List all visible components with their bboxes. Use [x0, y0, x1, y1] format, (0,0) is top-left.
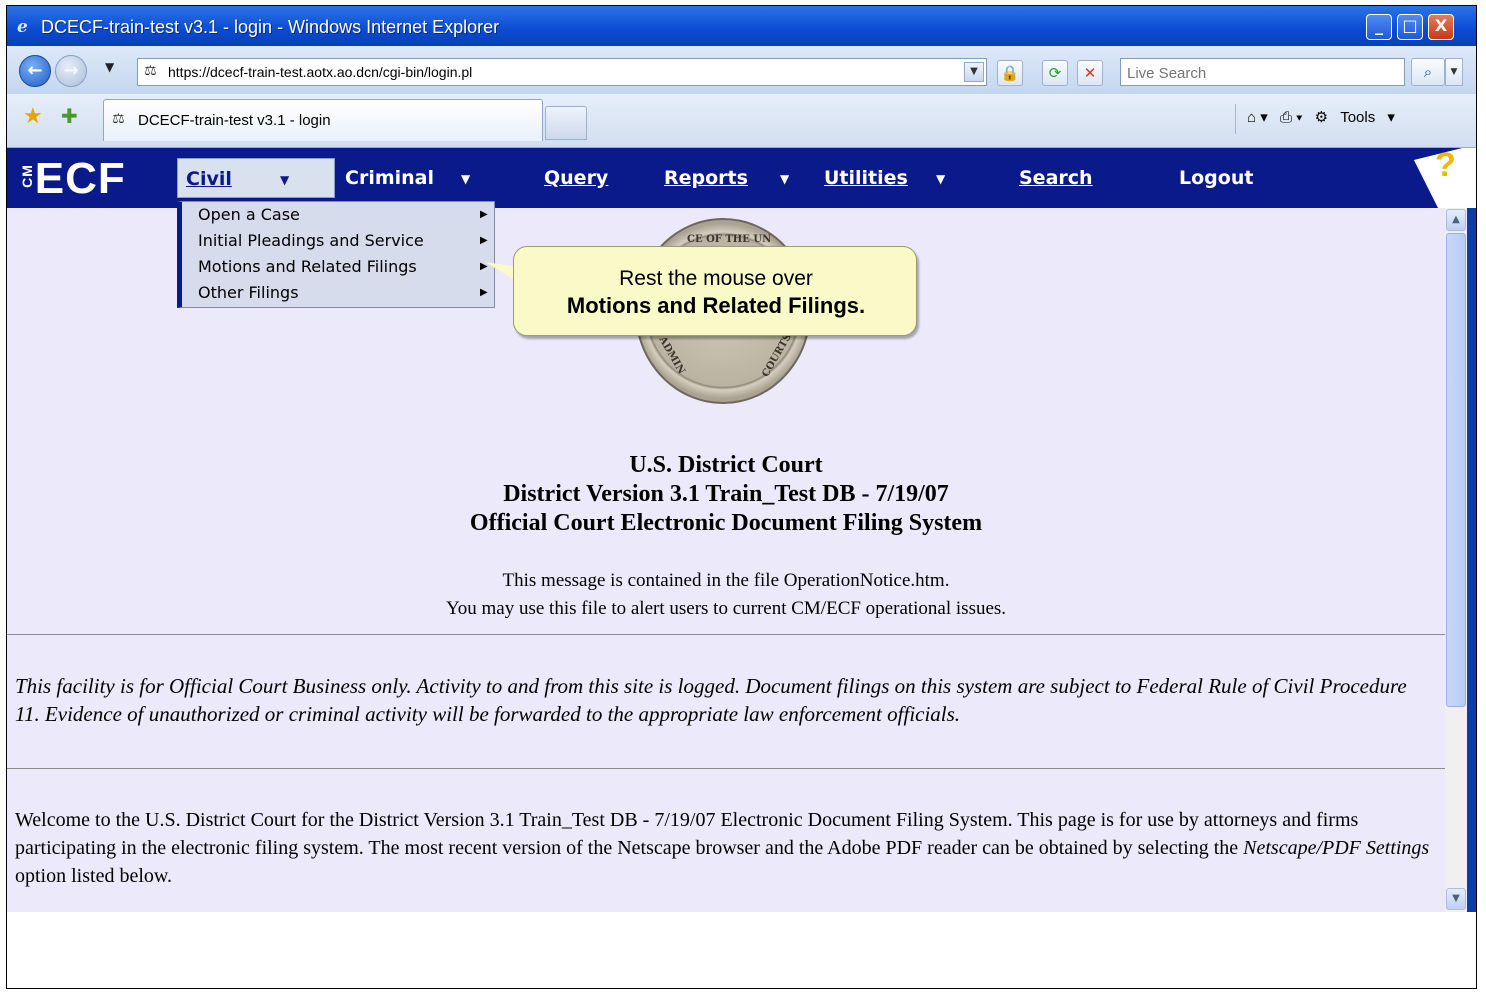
- menu-search[interactable]: Search: [1019, 158, 1093, 198]
- welcome-text-part2: option listed below.: [15, 865, 173, 887]
- tab-login[interactable]: ⚖ DCECF-train-test v3.1 - login: [103, 99, 543, 141]
- court-heading: U.S. District Court: [629, 452, 823, 478]
- netscape-pdf-settings-text: Netscape/PDF Settings: [1243, 837, 1430, 859]
- callout-line1: Rest the mouse over: [619, 267, 813, 290]
- lock-icon[interactable]: 🔒: [997, 60, 1023, 86]
- submenu-arrow-icon: ▶: [480, 209, 488, 220]
- instruction-callout: Rest the mouse over Motions and Related …: [513, 246, 917, 336]
- menu-item-label: Open a Case: [198, 205, 300, 224]
- menu-item-motions[interactable]: Motions and Related Filings: [198, 254, 417, 280]
- menu-item-label: Initial Pleadings and Service: [198, 231, 424, 250]
- seal-top-text: CE OF THE UN: [687, 234, 772, 245]
- chevron-down-icon: ▼: [280, 173, 290, 187]
- welcome-text-part1: Welcome to the U.S. District Court for t…: [15, 809, 1359, 859]
- tools-menu[interactable]: ⚙ Tools ▾: [1315, 108, 1395, 126]
- print-icon[interactable]: ⎙ ▾: [1280, 109, 1302, 126]
- refresh-icon[interactable]: ⟳: [1042, 60, 1068, 86]
- address-bar[interactable]: ⚖ https://dcecf-train-test.aotx.ao.dcn/c…: [137, 58, 987, 86]
- home-icon[interactable]: ⌂ ▾: [1247, 108, 1268, 126]
- scroll-thumb[interactable]: [1446, 233, 1466, 707]
- operation-message-line1: This message is contained in the file Op…: [502, 570, 950, 591]
- callout-line2: Motions and Related Filings.: [566, 293, 866, 318]
- scroll-up-icon[interactable]: ▲: [1446, 209, 1466, 231]
- menu-logout-label: Logout: [1179, 167, 1254, 189]
- menu-utilities[interactable]: Utilities ▼: [824, 158, 945, 198]
- tools-label: Tools: [1340, 109, 1376, 126]
- menu-reports-label: Reports: [664, 167, 748, 189]
- logo-prefix: CM: [18, 164, 35, 188]
- version-heading: District Version 3.1 Train_Test DB - 7/1…: [503, 481, 949, 507]
- title-bar: e DCECF-train-test v3.1 - login - Window…: [7, 6, 1476, 46]
- official-use-notice: This facility is for Official Court Busi…: [15, 674, 1407, 726]
- menu-criminal[interactable]: Criminal ▼: [345, 158, 470, 198]
- menu-search-label: Search: [1019, 167, 1093, 189]
- search-input[interactable]: [1125, 60, 1399, 86]
- tab-favicon-icon: ⚖: [112, 111, 125, 127]
- new-tab-button[interactable]: [545, 106, 587, 140]
- window-title: DCECF-train-test v3.1 - login - Windows …: [41, 17, 500, 37]
- welcome-text: Welcome to the U.S. District Court for t…: [15, 806, 1435, 890]
- maximize-button[interactable]: □: [1397, 14, 1423, 40]
- submenu-arrow-icon: ▶: [480, 235, 488, 246]
- vertical-scrollbar[interactable]: ▲ ▼: [1445, 208, 1467, 912]
- back-button[interactable]: ←: [19, 55, 51, 87]
- menu-reports[interactable]: Reports ▼: [664, 158, 789, 198]
- cmecf-logo: CMECF: [15, 154, 126, 204]
- chevron-down-icon: ▼: [461, 172, 471, 186]
- gear-icon: ⚙: [1314, 109, 1329, 126]
- menu-criminal-label: Criminal: [345, 167, 434, 189]
- search-icon[interactable]: ⌕: [1411, 58, 1445, 86]
- ie-logo-icon: e: [17, 17, 28, 37]
- close-button[interactable]: X: [1428, 14, 1454, 40]
- menu-item-label: Motions and Related Filings: [198, 257, 417, 276]
- menu-logout[interactable]: Logout: [1179, 158, 1253, 198]
- toolbar-separator: [1235, 104, 1236, 134]
- divider: [7, 768, 1445, 769]
- address-dropdown-icon[interactable]: ▼: [964, 62, 984, 82]
- menu-civil-label: Civil: [186, 168, 232, 190]
- menu-query-label: Query: [544, 167, 609, 189]
- stop-icon[interactable]: ✕: [1077, 60, 1103, 86]
- seal-left-text: ADMIN: [656, 334, 687, 377]
- favorites-star-icon[interactable]: ★: [23, 104, 43, 129]
- add-favorites-icon[interactable]: ✚: [61, 104, 78, 128]
- menu-item-other-filings[interactable]: Other Filings: [198, 280, 299, 306]
- chevron-down-icon: ▼: [936, 172, 946, 186]
- command-bar: ⌂ ▾ ⎙ ▾ ⚙ Tools ▾: [1247, 108, 1403, 134]
- system-heading: Official Court Electronic Document Filin…: [469, 510, 983, 536]
- live-search-box[interactable]: [1120, 58, 1405, 86]
- ecf-menu-bar: CMECF Civil ▼ Criminal ▼ Query Reports ▼ Ut…: [7, 148, 1476, 208]
- operation-message-line2: You may use this file to alert users to …: [445, 598, 1007, 619]
- browser-window: e DCECF-train-test v3.1 - login - Window…: [7, 6, 1476, 912]
- address-url: https://dcecf-train-test.aotx.ao.dcn/cgi…: [168, 64, 473, 80]
- menu-item-open-a-case[interactable]: Open a Case: [198, 202, 300, 228]
- menu-item-label: Other Filings: [198, 283, 299, 302]
- history-dropdown-icon[interactable]: ▼: [105, 60, 114, 74]
- chevron-down-icon: ▼: [780, 172, 790, 186]
- help-icon[interactable]: ?: [1413, 146, 1476, 208]
- address-toolbar: ← → ▼ ⚖ https://dcecf-train-test.aotx.ao…: [7, 46, 1476, 94]
- site-favicon-icon: ⚖: [144, 63, 157, 79]
- divider: [7, 634, 1445, 635]
- menu-civil[interactable]: Civil ▼: [177, 158, 335, 198]
- menu-utilities-label: Utilities: [824, 167, 908, 189]
- search-options-dropdown-icon[interactable]: ▼: [1445, 58, 1463, 86]
- tab-bar: ★ ✚ ⚖ DCECF-train-test v3.1 - login ⌂ ▾ …: [7, 94, 1476, 148]
- scroll-down-icon[interactable]: ▼: [1446, 888, 1466, 910]
- submenu-arrow-icon: ▶: [480, 287, 488, 298]
- minimize-button[interactable]: _: [1366, 14, 1392, 40]
- help-symbol: ?: [1435, 146, 1456, 184]
- forward-button[interactable]: →: [55, 55, 87, 87]
- seal-right-text: COURTS: [760, 331, 794, 380]
- menu-item-initial-pleadings[interactable]: Initial Pleadings and Service: [198, 228, 424, 254]
- logo-text: ECF: [34, 154, 126, 203]
- civil-dropdown-menu: Open a Case ▶ Initial Pleadings and Serv…: [177, 201, 495, 308]
- tab-label: DCECF-train-test v3.1 - login: [138, 112, 331, 129]
- menu-query[interactable]: Query: [544, 158, 608, 198]
